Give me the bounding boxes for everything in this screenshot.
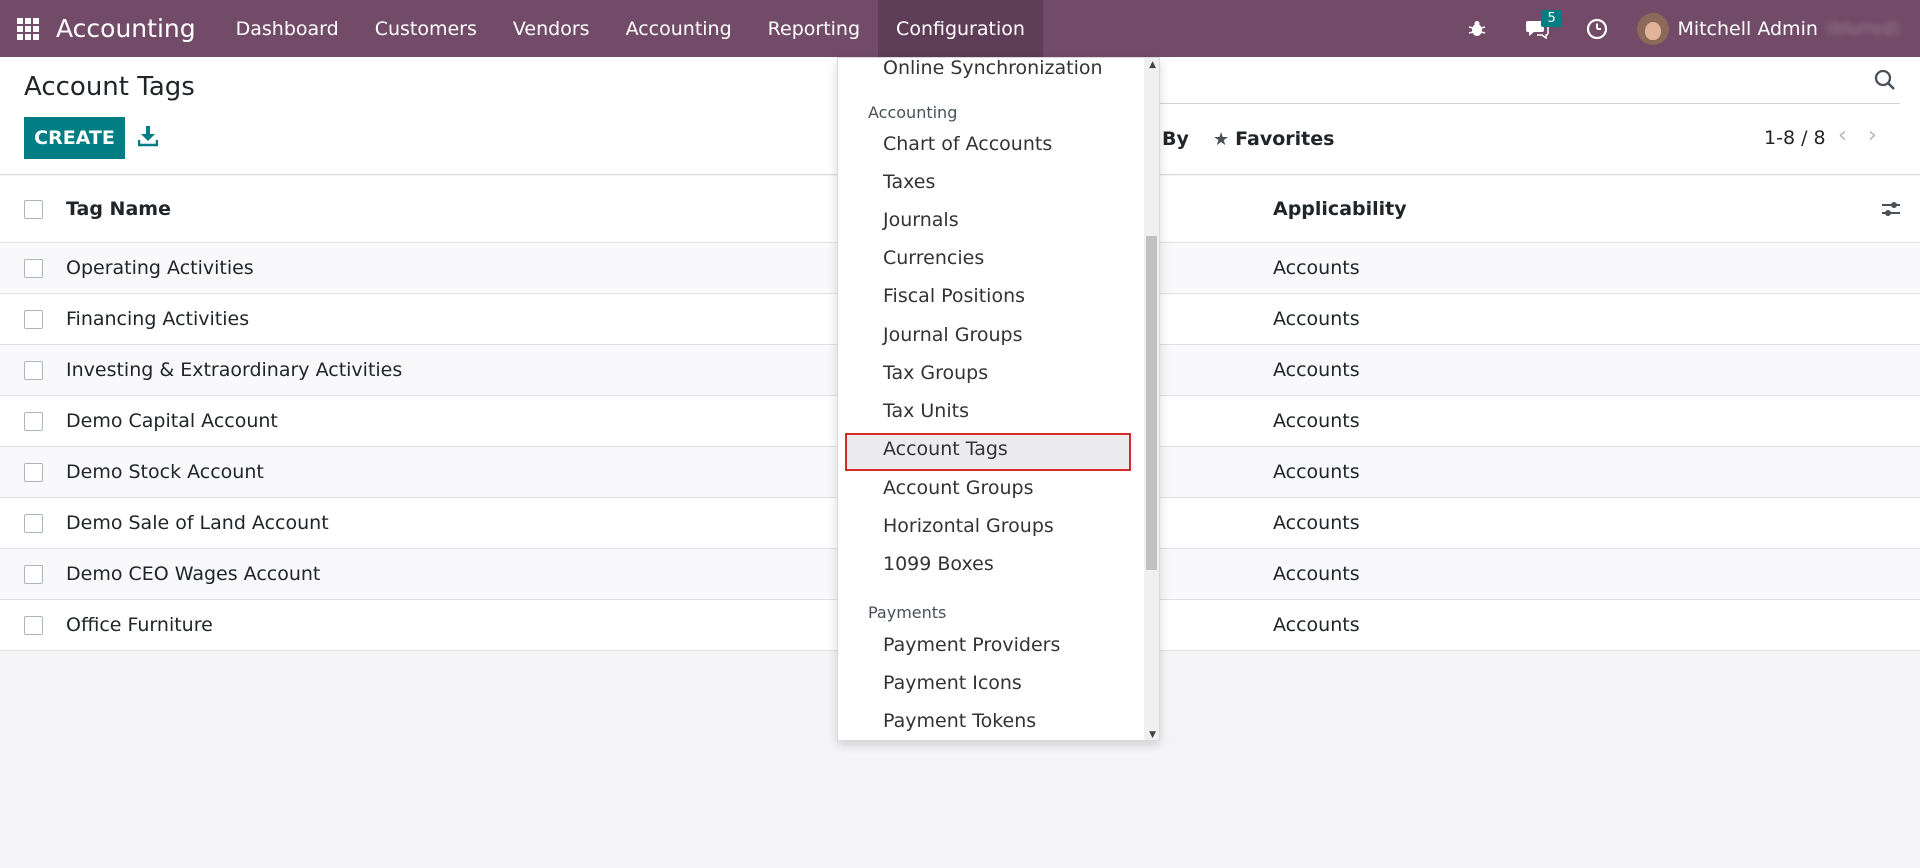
top-navbar: Accounting Dashboard Customers Vendors A… [0, 0, 1920, 57]
activity-clock-icon[interactable] [1567, 0, 1627, 57]
menu-item-payment-providers[interactable]: Payment Providers [883, 634, 1060, 656]
tag-name-cell: Investing & Extraordinary Activities [66, 359, 403, 381]
tag-name-cell: Operating Activities [66, 257, 254, 279]
menu-item-currencies[interactable]: Currencies [883, 247, 984, 269]
menu-item-journals[interactable]: Journals [883, 209, 959, 231]
create-button[interactable]: CREATE [24, 117, 125, 159]
nav-reporting[interactable]: Reporting [750, 0, 878, 57]
menu-item-online-synchronization[interactable]: Online Synchronization [883, 58, 1103, 79]
page-title[interactable]: Account Tags [24, 72, 195, 102]
database-name: (blurred) [1825, 18, 1900, 39]
favorites-button[interactable]: ★ Favorites [1213, 128, 1334, 150]
row-checkbox[interactable] [24, 258, 43, 278]
scroll-up-arrow-icon[interactable]: ▲ [1149, 60, 1156, 70]
group-by-button[interactable]: By [1162, 128, 1189, 150]
scroll-down-arrow-icon[interactable]: ▼ [1149, 730, 1156, 740]
menu-item-account-tags[interactable]: Account Tags [883, 438, 1008, 460]
nav-customers[interactable]: Customers [357, 0, 495, 57]
row-checkbox[interactable] [24, 513, 43, 533]
favorites-label: Favorites [1235, 128, 1335, 150]
tag-name-cell: Financing Activities [66, 308, 250, 330]
tag-name-cell: Demo Sale of Land Account [66, 512, 329, 534]
row-checkbox[interactable] [24, 564, 43, 584]
tag-name-cell: Demo CEO Wages Account [66, 563, 321, 585]
applicability-cell: Accounts [1273, 563, 1360, 585]
optional-columns-icon[interactable] [1880, 198, 1902, 220]
menu-item-journal-groups[interactable]: Journal Groups [883, 324, 1023, 346]
applicability-cell: Accounts [1273, 359, 1360, 381]
tag-name-cell: Demo Capital Account [66, 410, 278, 432]
menu-item-chart-of-accounts[interactable]: Chart of Accounts [883, 133, 1052, 155]
menu-section-payments: Payments [868, 603, 947, 622]
messages-icon[interactable]: 5 [1507, 0, 1567, 57]
menu-item-payment-icons[interactable]: Payment Icons [883, 672, 1022, 694]
menu-item-taxes[interactable]: Taxes [883, 171, 935, 193]
row-checkbox[interactable] [24, 309, 43, 329]
row-checkbox[interactable] [24, 411, 43, 431]
menu-item-fiscal-positions[interactable]: Fiscal Positions [883, 285, 1025, 307]
pager-previous-icon[interactable]: ‹ [1838, 123, 1847, 148]
pager-next-icon[interactable]: › [1868, 123, 1877, 148]
messages-count-badge: 5 [1541, 10, 1562, 27]
scrollbar-thumb[interactable] [1146, 236, 1157, 570]
pager-value[interactable]: 1-8 / 8 [1764, 127, 1826, 149]
applicability-cell: Accounts [1273, 614, 1360, 636]
column-header-applicability[interactable]: Applicability [1273, 198, 1407, 220]
nav-accounting[interactable]: Accounting [608, 0, 750, 57]
apps-menu-icon[interactable] [0, 0, 56, 57]
applicability-cell: Accounts [1273, 512, 1360, 534]
applicability-cell: Accounts [1273, 461, 1360, 483]
configuration-dropdown-menu: Online Synchronization Accounting Chart … [837, 57, 1160, 741]
nav-dashboard[interactable]: Dashboard [218, 0, 357, 57]
user-name: Mitchell Admin [1677, 17, 1818, 40]
app-brand[interactable]: Accounting [56, 14, 196, 43]
menu-item-horizontal-groups[interactable]: Horizontal Groups [883, 515, 1054, 537]
row-checkbox[interactable] [24, 462, 43, 482]
menu-item-tax-units[interactable]: Tax Units [883, 400, 969, 422]
user-menu[interactable]: Mitchell Admin (blurred) [1627, 12, 1920, 45]
row-checkbox[interactable] [24, 615, 43, 635]
search-input[interactable] [1160, 103, 1900, 104]
tag-name-cell: Demo Stock Account [66, 461, 264, 483]
nav-configuration[interactable]: Configuration [878, 0, 1043, 57]
menu-item-payment-tokens[interactable]: Payment Tokens [883, 710, 1036, 732]
column-header-tag-name[interactable]: Tag Name [66, 198, 171, 220]
menu-item-1099-boxes[interactable]: 1099 Boxes [883, 553, 994, 575]
applicability-cell: Accounts [1273, 257, 1360, 279]
user-avatar [1637, 12, 1670, 45]
menu-section-accounting: Accounting [868, 103, 958, 122]
nav-vendors[interactable]: Vendors [495, 0, 608, 57]
row-checkbox[interactable] [24, 360, 43, 380]
debug-bug-icon[interactable] [1447, 0, 1507, 57]
menu-item-account-groups[interactable]: Account Groups [883, 477, 1034, 499]
dropdown-scrollbar[interactable]: ▲ ▼ [1144, 58, 1159, 740]
menu-item-tax-groups[interactable]: Tax Groups [883, 362, 988, 384]
select-all-checkbox[interactable] [24, 199, 43, 219]
applicability-cell: Accounts [1273, 308, 1360, 330]
search-icon[interactable] [1874, 69, 1898, 93]
applicability-cell: Accounts [1273, 410, 1360, 432]
star-icon: ★ [1213, 128, 1230, 150]
tag-name-cell: Office Furniture [66, 614, 213, 636]
download-icon[interactable] [137, 125, 160, 149]
